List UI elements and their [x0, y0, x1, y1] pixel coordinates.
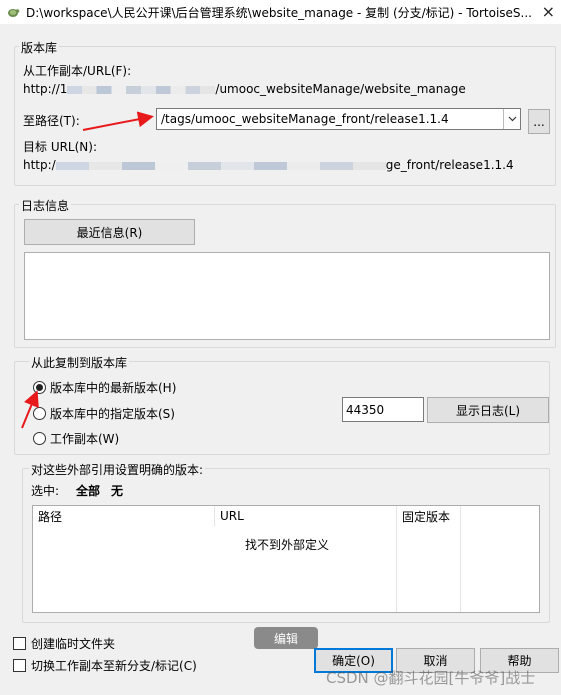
annotation-arrow-icon: [21, 111, 154, 429]
